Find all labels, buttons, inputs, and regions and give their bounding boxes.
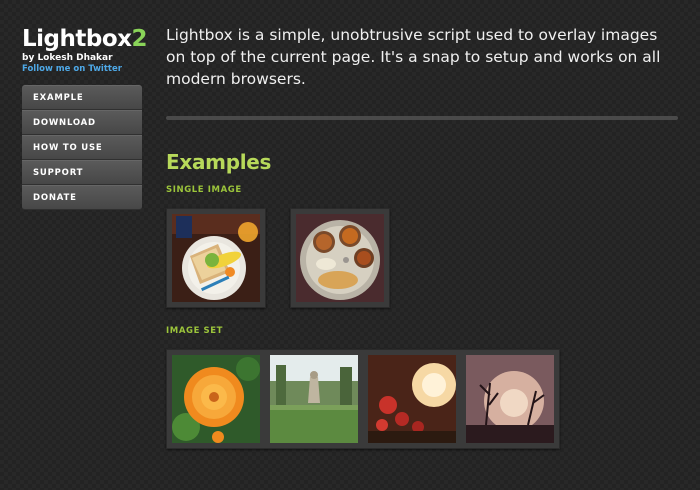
image-set-label: IMAGE SET (166, 326, 224, 336)
nav-item-support[interactable]: SUPPORT (22, 160, 142, 185)
intro-text: Lightbox is a simple, unobtrusive script… (166, 26, 661, 88)
nav-item-donate[interactable]: DONATE (22, 185, 142, 210)
thumb-thali-plate[interactable] (290, 208, 390, 308)
byline: by Lokesh Dhakar (22, 53, 113, 63)
divider (166, 116, 678, 120)
thumb-dusk-plants[interactable] (466, 355, 554, 443)
single-image-label: SINGLE IMAGE (166, 185, 242, 195)
image-set-gallery (166, 349, 560, 449)
examples-title: Examples (166, 150, 272, 174)
thali-image (296, 214, 384, 302)
thumb-orange-flower[interactable] (172, 355, 260, 443)
thumb-sunset-roses[interactable] (368, 355, 456, 443)
nav-item-download[interactable]: DOWNLOAD (22, 110, 142, 135)
breakfast-image (172, 214, 260, 302)
thumb-breakfast-plate[interactable] (166, 208, 266, 308)
logo[interactable]: Lightbox2 (22, 26, 147, 52)
sidebar: Lightbox2 by Lokesh Dhakar Follow me on … (22, 26, 147, 210)
nav-item-how-to-use[interactable]: HOW TO USE (22, 135, 142, 160)
main-content: Lightbox is a simple, unobtrusive script… (166, 24, 678, 449)
thumb-garden-fountain[interactable] (270, 355, 358, 443)
nav-item-example[interactable]: EXAMPLE (22, 85, 142, 110)
sidebar-nav: EXAMPLE DOWNLOAD HOW TO USE SUPPORT DONA… (22, 85, 142, 210)
twitter-link[interactable]: Follow me on Twitter (22, 64, 142, 74)
